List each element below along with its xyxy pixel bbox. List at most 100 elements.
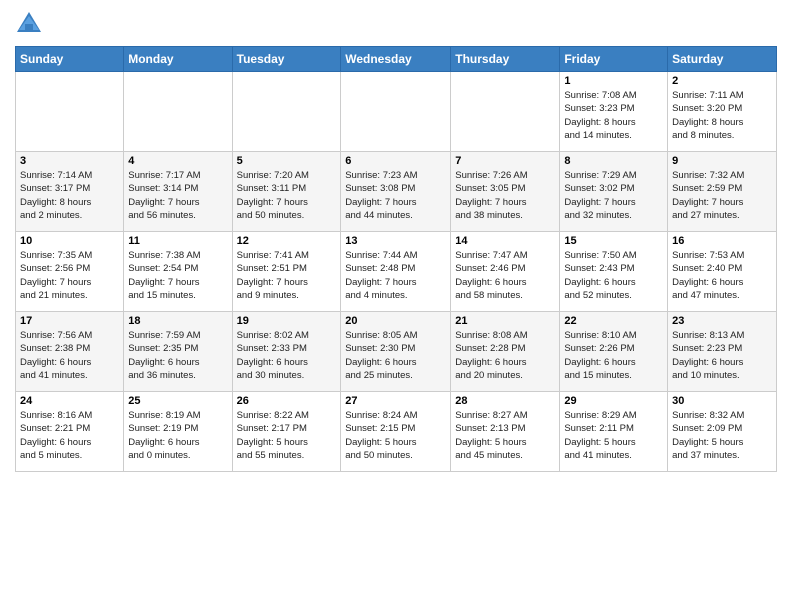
day-number: 30 xyxy=(672,395,772,407)
day-number: 1 xyxy=(564,75,663,87)
day-info: Sunrise: 8:24 AMSunset: 2:15 PMDaylight:… xyxy=(345,409,446,462)
day-number: 18 xyxy=(128,315,227,327)
day-info: Sunrise: 7:26 AMSunset: 3:05 PMDaylight:… xyxy=(455,169,555,222)
day-info: Sunrise: 7:53 AMSunset: 2:40 PMDaylight:… xyxy=(672,249,772,302)
calendar-cell-3-3: 20 Sunrise: 8:05 AMSunset: 2:30 PMDayligh… xyxy=(341,312,451,392)
day-number: 15 xyxy=(564,235,663,247)
day-info: Sunrise: 8:22 AMSunset: 2:17 PMDaylight:… xyxy=(237,409,337,462)
day-number: 17 xyxy=(20,315,119,327)
calendar-header-row: SundayMondayTuesdayWednesdayThursdayFrid… xyxy=(16,47,777,72)
day-info: Sunrise: 8:10 AMSunset: 2:26 PMDaylight:… xyxy=(564,329,663,382)
day-info: Sunrise: 7:38 AMSunset: 2:54 PMDaylight:… xyxy=(128,249,227,302)
calendar-cell-0-4 xyxy=(451,72,560,152)
calendar-cell-2-5: 15 Sunrise: 7:50 AMSunset: 2:43 PMDayligh… xyxy=(560,232,668,312)
day-number: 26 xyxy=(237,395,337,407)
calendar-cell-4-4: 28 Sunrise: 8:27 AMSunset: 2:13 PMDayligh… xyxy=(451,392,560,472)
day-number: 14 xyxy=(455,235,555,247)
day-number: 23 xyxy=(672,315,772,327)
calendar-cell-0-5: 1Sunrise: 7:08 AMSunset: 3:23 PMDaylight… xyxy=(560,72,668,152)
day-number: 12 xyxy=(237,235,337,247)
calendar-header-tuesday: Tuesday xyxy=(232,47,341,72)
calendar-cell-0-0 xyxy=(16,72,124,152)
calendar-cell-1-6: 9 Sunrise: 7:32 AMSunset: 2:59 PMDaylight… xyxy=(668,152,777,232)
calendar-cell-4-5: 29 Sunrise: 8:29 AMSunset: 2:11 PMDayligh… xyxy=(560,392,668,472)
logo-icon xyxy=(15,10,43,38)
calendar-cell-4-6: 30 Sunrise: 8:32 AMSunset: 2:09 PMDayligh… xyxy=(668,392,777,472)
day-number: 24 xyxy=(20,395,119,407)
day-info: Sunrise: 7:14 AMSunset: 3:17 PMDaylight:… xyxy=(20,169,119,222)
day-info: Sunrise: 8:32 AMSunset: 2:09 PMDaylight:… xyxy=(672,409,772,462)
calendar-cell-3-5: 22 Sunrise: 8:10 AMSunset: 2:26 PMDayligh… xyxy=(560,312,668,392)
calendar-cell-3-6: 23 Sunrise: 8:13 AMSunset: 2:23 PMDayligh… xyxy=(668,312,777,392)
calendar-cell-2-1: 11 Sunrise: 7:38 AMSunset: 2:54 PMDayligh… xyxy=(124,232,232,312)
calendar-cell-2-6: 16 Sunrise: 7:53 AMSunset: 2:40 PMDayligh… xyxy=(668,232,777,312)
calendar-cell-1-0: 3 Sunrise: 7:14 AMSunset: 3:17 PMDaylight… xyxy=(16,152,124,232)
calendar-cell-3-1: 18 Sunrise: 7:59 AMSunset: 2:35 PMDayligh… xyxy=(124,312,232,392)
day-info: Sunrise: 7:50 AMSunset: 2:43 PMDaylight:… xyxy=(564,249,663,302)
calendar-cell-0-6: 2 Sunrise: 7:11 AMSunset: 3:20 PMDaylight… xyxy=(668,72,777,152)
day-number: 6 xyxy=(345,155,446,167)
day-number: 3 xyxy=(20,155,119,167)
calendar-cell-3-2: 19Sunrise: 8:02 AMSunset: 2:33 PMDayligh… xyxy=(232,312,341,392)
day-info: Sunrise: 8:05 AMSunset: 2:30 PMDaylight:… xyxy=(345,329,446,382)
day-info: Sunrise: 7:44 AMSunset: 2:48 PMDaylight:… xyxy=(345,249,446,302)
day-number: 25 xyxy=(128,395,227,407)
calendar-cell-3-0: 17 Sunrise: 7:56 AMSunset: 2:38 PMDayligh… xyxy=(16,312,124,392)
calendar-header-thursday: Thursday xyxy=(451,47,560,72)
logo xyxy=(15,10,47,38)
calendar-cell-1-4: 7 Sunrise: 7:26 AMSunset: 3:05 PMDaylight… xyxy=(451,152,560,232)
calendar-cell-1-1: 4Sunrise: 7:17 AMSunset: 3:14 PMDaylight… xyxy=(124,152,232,232)
calendar-cell-4-0: 24Sunrise: 8:16 AMSunset: 2:21 PMDayligh… xyxy=(16,392,124,472)
day-info: Sunrise: 7:41 AMSunset: 2:51 PMDaylight:… xyxy=(237,249,337,302)
week-row-2: 10 Sunrise: 7:35 AMSunset: 2:56 PMDayligh… xyxy=(16,232,777,312)
day-info: Sunrise: 7:20 AMSunset: 3:11 PMDaylight:… xyxy=(237,169,337,222)
calendar-cell-0-1 xyxy=(124,72,232,152)
day-info: Sunrise: 7:59 AMSunset: 2:35 PMDaylight:… xyxy=(128,329,227,382)
day-info: Sunrise: 8:19 AMSunset: 2:19 PMDaylight:… xyxy=(128,409,227,462)
day-number: 20 xyxy=(345,315,446,327)
day-number: 27 xyxy=(345,395,446,407)
calendar-cell-4-2: 26 Sunrise: 8:22 AMSunset: 2:17 PMDayligh… xyxy=(232,392,341,472)
calendar-header-sunday: Sunday xyxy=(16,47,124,72)
day-info: Sunrise: 7:11 AMSunset: 3:20 PMDaylight:… xyxy=(672,89,772,142)
day-number: 16 xyxy=(672,235,772,247)
calendar-cell-2-0: 10 Sunrise: 7:35 AMSunset: 2:56 PMDayligh… xyxy=(16,232,124,312)
day-info: Sunrise: 7:32 AMSunset: 2:59 PMDaylight:… xyxy=(672,169,772,222)
day-number: 2 xyxy=(672,75,772,87)
calendar-cell-4-3: 27 Sunrise: 8:24 AMSunset: 2:15 PMDayligh… xyxy=(341,392,451,472)
day-info: Sunrise: 7:29 AMSunset: 3:02 PMDaylight:… xyxy=(564,169,663,222)
calendar-cell-3-4: 21Sunrise: 8:08 AMSunset: 2:28 PMDayligh… xyxy=(451,312,560,392)
day-info: Sunrise: 8:29 AMSunset: 2:11 PMDaylight:… xyxy=(564,409,663,462)
header xyxy=(15,10,777,38)
calendar-cell-0-3 xyxy=(341,72,451,152)
day-number: 29 xyxy=(564,395,663,407)
day-info: Sunrise: 7:17 AMSunset: 3:14 PMDaylight:… xyxy=(128,169,227,222)
week-row-4: 24Sunrise: 8:16 AMSunset: 2:21 PMDayligh… xyxy=(16,392,777,472)
day-number: 8 xyxy=(564,155,663,167)
day-info: Sunrise: 8:13 AMSunset: 2:23 PMDaylight:… xyxy=(672,329,772,382)
calendar-cell-2-3: 13Sunrise: 7:44 AMSunset: 2:48 PMDayligh… xyxy=(341,232,451,312)
calendar-header-wednesday: Wednesday xyxy=(341,47,451,72)
day-info: Sunrise: 7:35 AMSunset: 2:56 PMDaylight:… xyxy=(20,249,119,302)
day-info: Sunrise: 8:27 AMSunset: 2:13 PMDaylight:… xyxy=(455,409,555,462)
day-number: 28 xyxy=(455,395,555,407)
week-row-0: 1Sunrise: 7:08 AMSunset: 3:23 PMDaylight… xyxy=(16,72,777,152)
calendar-header-monday: Monday xyxy=(124,47,232,72)
day-info: Sunrise: 8:02 AMSunset: 2:33 PMDaylight:… xyxy=(237,329,337,382)
day-number: 22 xyxy=(564,315,663,327)
day-number: 10 xyxy=(20,235,119,247)
day-number: 11 xyxy=(128,235,227,247)
day-number: 9 xyxy=(672,155,772,167)
calendar-cell-1-2: 5 Sunrise: 7:20 AMSunset: 3:11 PMDaylight… xyxy=(232,152,341,232)
day-info: Sunrise: 7:23 AMSunset: 3:08 PMDaylight:… xyxy=(345,169,446,222)
day-info: Sunrise: 8:08 AMSunset: 2:28 PMDaylight:… xyxy=(455,329,555,382)
calendar-cell-0-2 xyxy=(232,72,341,152)
day-number: 7 xyxy=(455,155,555,167)
calendar-cell-1-5: 8 Sunrise: 7:29 AMSunset: 3:02 PMDaylight… xyxy=(560,152,668,232)
day-info: Sunrise: 7:47 AMSunset: 2:46 PMDaylight:… xyxy=(455,249,555,302)
calendar-cell-2-4: 14 Sunrise: 7:47 AMSunset: 2:46 PMDayligh… xyxy=(451,232,560,312)
day-info: Sunrise: 7:56 AMSunset: 2:38 PMDaylight:… xyxy=(20,329,119,382)
day-number: 5 xyxy=(237,155,337,167)
week-row-3: 17 Sunrise: 7:56 AMSunset: 2:38 PMDayligh… xyxy=(16,312,777,392)
calendar-header-saturday: Saturday xyxy=(668,47,777,72)
